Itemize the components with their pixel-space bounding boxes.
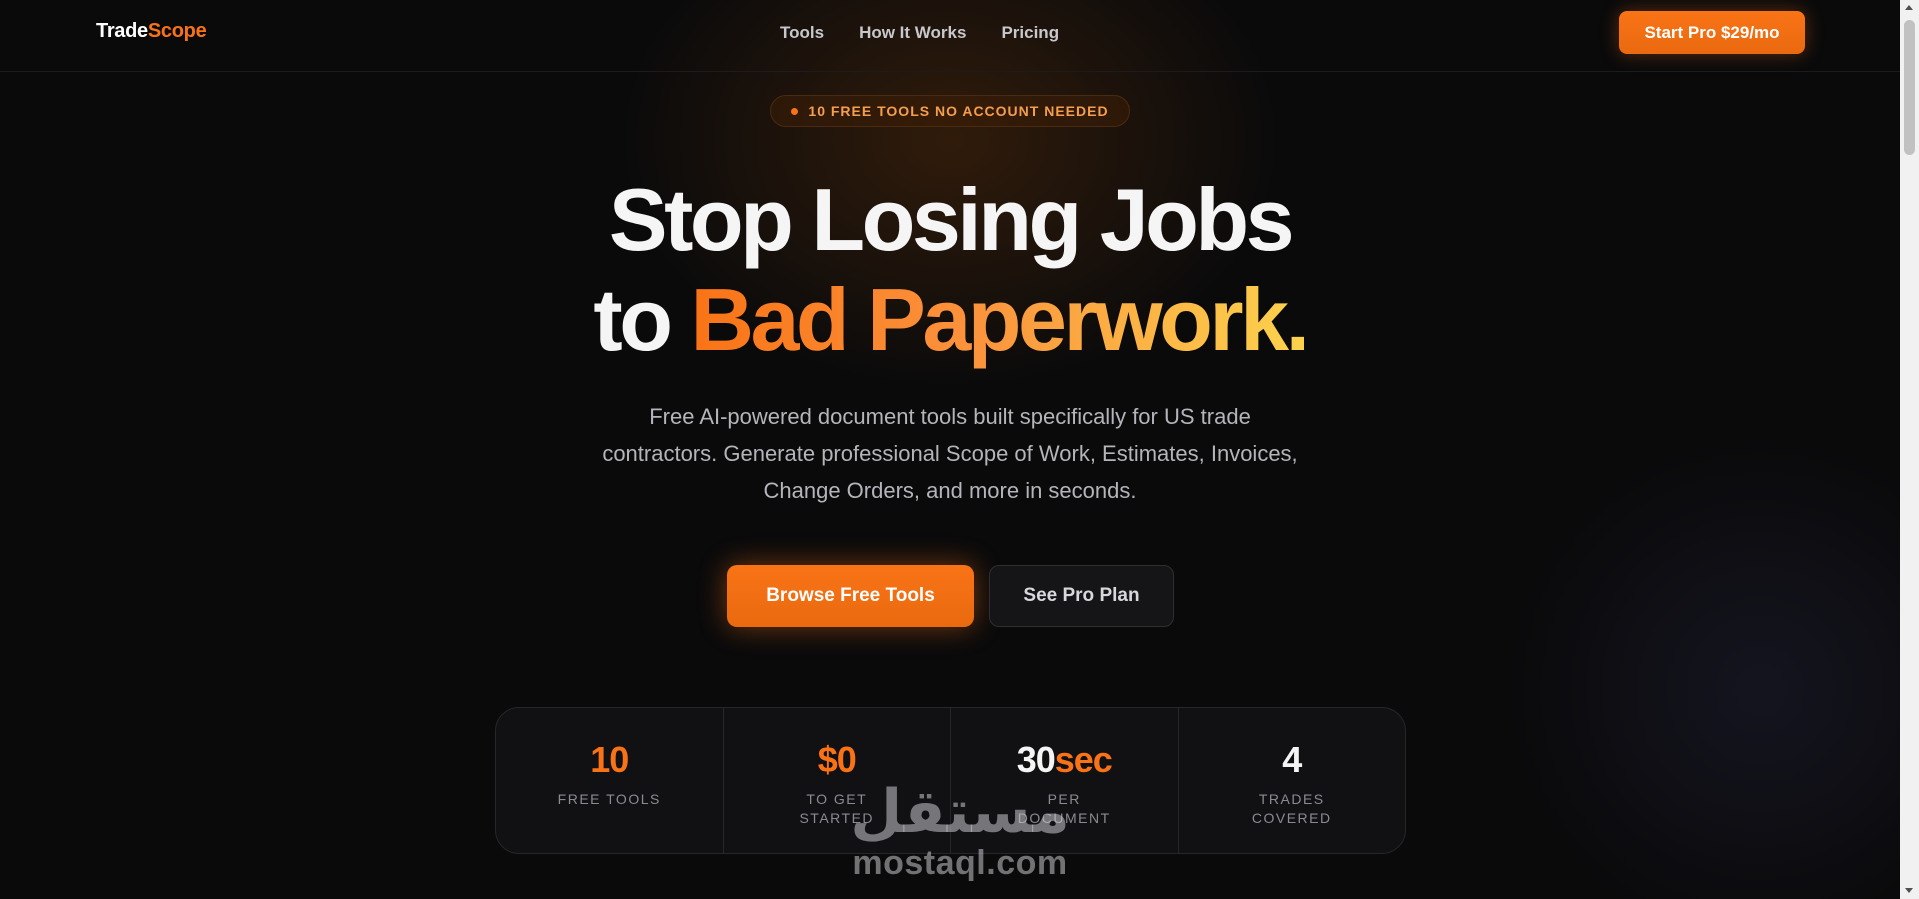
logo-part-scope: Scope: [147, 20, 207, 42]
start-pro-button[interactable]: Start Pro $29/mo: [1619, 11, 1805, 54]
stat-value: 30sec: [951, 740, 1178, 780]
scroll-thumb[interactable]: [1904, 20, 1915, 155]
hero-headline-highlight: Bad Paperwork.: [690, 270, 1310, 369]
badge-text: 10 FREE TOOLS NO ACCOUNT NEEDED: [808, 103, 1109, 119]
watermark-arabic: مستقل: [850, 777, 1070, 847]
scroll-down-arrow-icon[interactable]: [1905, 888, 1913, 893]
stat-free-tools: 10 FREE TOOLS: [496, 708, 724, 853]
watermark-latin: mostaql.com: [852, 844, 1068, 882]
stat-value-main: 4: [1282, 739, 1302, 780]
page-scrollbar[interactable]: [1900, 0, 1919, 899]
mostaql-watermark: مستقل mostaql.com: [760, 780, 1160, 882]
nav-links: Tools How It Works Pricing: [780, 23, 1059, 43]
hero-headline-line1: Stop Losing Jobs: [608, 170, 1295, 269]
stat-label: TRADES COVERED: [1251, 791, 1332, 826]
stat-label: FREE TOOLS: [557, 791, 661, 807]
page: TradeScope Tools How It Works Pricing St…: [0, 0, 1919, 899]
top-navbar: TradeScope Tools How It Works Pricing St…: [0, 0, 1900, 72]
badge-dot-icon: [791, 107, 799, 115]
nav-link-pricing[interactable]: Pricing: [1001, 23, 1059, 43]
logo-part-trade: Trade: [96, 20, 148, 42]
see-pro-plan-button[interactable]: See Pro Plan: [989, 565, 1174, 627]
stat-value-suffix: sec: [1054, 739, 1113, 780]
nav-link-tools[interactable]: Tools: [780, 23, 824, 43]
stat-value-main: $0: [817, 739, 857, 780]
free-tools-badge: 10 FREE TOOLS NO ACCOUNT NEEDED: [770, 95, 1130, 127]
hero-subtitle: Free AI-powered document tools built spe…: [602, 404, 1298, 503]
nav-link-how-it-works[interactable]: How It Works: [859, 23, 966, 43]
stat-value-main: 10: [590, 739, 629, 780]
browse-free-tools-button[interactable]: Browse Free Tools: [727, 565, 974, 627]
scroll-up-arrow-icon[interactable]: [1905, 5, 1913, 10]
stat-value-main: 30: [1016, 739, 1056, 780]
stat-value: 4: [1179, 740, 1406, 780]
logo[interactable]: TradeScope: [96, 20, 207, 43]
hero-headline-plain: to: [593, 270, 691, 369]
stat-value: 10: [496, 740, 723, 780]
stat-value: $0: [724, 740, 951, 780]
hero-headline-line2: to Bad Paperwork.: [0, 268, 1900, 372]
stat-trades-covered: 4 TRADES COVERED: [1179, 708, 1406, 853]
